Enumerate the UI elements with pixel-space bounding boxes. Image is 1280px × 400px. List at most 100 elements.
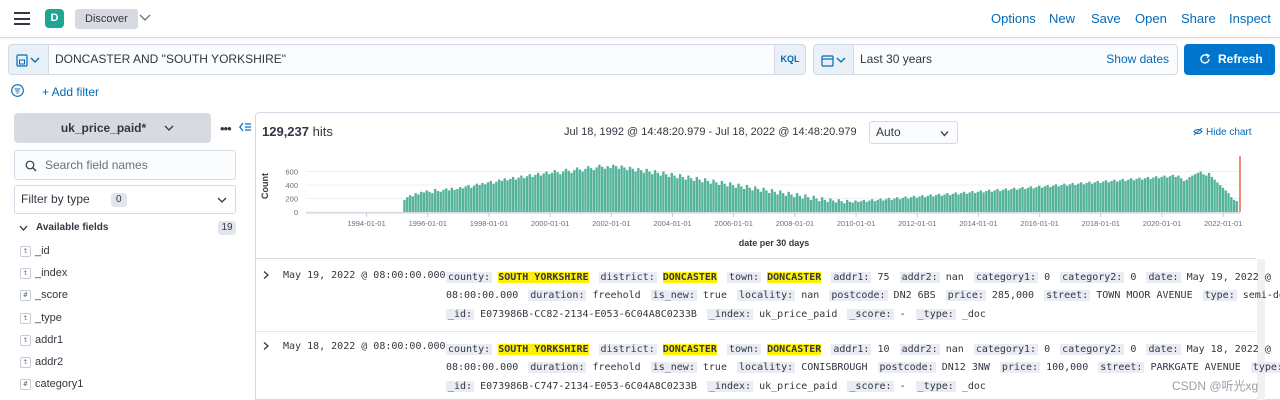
show-dates-link[interactable]: Show dates (1106, 45, 1169, 74)
histogram-bar (742, 189, 746, 212)
histogram-bar (523, 178, 526, 212)
field-type-icon: t (20, 357, 31, 368)
x-tick-label: 1996-01-01 (409, 219, 447, 228)
histogram-bar (411, 196, 415, 212)
histogram-bar (929, 194, 932, 212)
kql-toggle[interactable]: KQL (775, 44, 806, 75)
refresh-button[interactable]: Refresh (1184, 44, 1275, 75)
histogram-bar (1210, 176, 1214, 212)
field-value: 08:00:00.000 (446, 290, 519, 301)
field-value: 0 (1044, 272, 1051, 283)
chevron-down-icon (217, 197, 227, 203)
histogram-bar (1216, 182, 1219, 212)
filter-options-icon[interactable] (11, 84, 24, 97)
expand-row-icon[interactable] (262, 270, 270, 280)
histogram-chart[interactable]: Count 0 200 400 600 1994-01-01 1996-01-01 1998-… (256, 152, 1256, 256)
histogram-bar (581, 171, 584, 212)
collapse-sidebar-icon[interactable] (239, 122, 251, 132)
histogram-bar (767, 193, 771, 212)
histogram-bar (893, 198, 896, 212)
histogram-bar (567, 170, 570, 212)
expand-row-icon[interactable] (262, 341, 270, 351)
histogram-bar (1021, 187, 1024, 212)
field-value: semi-detached (1242, 290, 1280, 301)
saved-query-button[interactable] (8, 44, 48, 75)
x-tick-label: 2000-01-01 (531, 219, 569, 228)
histogram-bar (1079, 182, 1083, 212)
histogram-bar (1115, 181, 1119, 212)
histogram-bar (673, 175, 676, 212)
histogram-bar (873, 201, 877, 212)
histogram-bar (823, 199, 827, 212)
histogram-bar (484, 184, 487, 212)
histogram-bar (1199, 171, 1202, 212)
chevron-down-icon[interactable] (138, 10, 152, 24)
field-key: price: (999, 362, 1041, 373)
filter-by-type-button[interactable]: Filter by type 0 (14, 185, 236, 214)
search-field-names-input[interactable]: Search field names (14, 150, 236, 180)
histogram-bar (915, 197, 918, 212)
histogram-bar (478, 185, 481, 212)
histogram-bar (731, 185, 735, 212)
histogram-bar (987, 189, 991, 212)
query-input[interactable]: DONCASTER AND "SOUTH YORKSHIRE" (48, 44, 775, 75)
histogram-bar (545, 171, 548, 212)
save-link[interactable]: Save (1091, 11, 1121, 26)
histogram-bar (826, 201, 829, 212)
index-pattern-selector[interactable]: uk_price_paid* (14, 113, 211, 143)
new-link[interactable]: New (1049, 11, 1075, 26)
histogram-bar (1224, 190, 1227, 212)
histogram-bar (948, 195, 952, 212)
histogram-bar (511, 176, 515, 212)
field-value: PARKGATE AVENUE (1150, 362, 1241, 373)
histogram-bar (793, 197, 796, 212)
histogram-bar (734, 187, 737, 212)
field-name: addr2 (35, 356, 64, 368)
histogram-bar (795, 193, 799, 212)
date-quick-select[interactable] (813, 44, 853, 75)
inspect-link[interactable]: Inspect (1229, 11, 1271, 26)
interval-select[interactable]: Auto (869, 121, 958, 144)
field-value: 285,000 (991, 290, 1035, 301)
space-avatar[interactable]: D (45, 9, 64, 28)
field-key: district: (598, 344, 657, 355)
histogram-bar (642, 172, 646, 212)
x-tick-label: 2002-01-01 (592, 219, 630, 228)
search-icon (25, 160, 37, 172)
histogram-bar (1054, 184, 1058, 212)
histogram-bar (422, 192, 426, 212)
options-link[interactable]: Options (991, 11, 1036, 26)
histogram-bar (1149, 178, 1152, 212)
histogram-bar (1088, 181, 1091, 212)
histogram-bar (676, 178, 679, 212)
highlighted-value: DONCASTER (662, 272, 717, 283)
histogram-bar (1127, 179, 1130, 212)
histogram-bar (603, 168, 607, 212)
histogram-bar (779, 190, 782, 212)
row-divider (256, 331, 1256, 332)
histogram-bar (809, 199, 813, 212)
hide-chart-button[interactable]: Hide chart (1193, 127, 1252, 138)
date-range[interactable]: Last 30 years Show dates (853, 44, 1178, 75)
histogram-bar (706, 180, 710, 212)
histogram-bar (974, 193, 977, 212)
histogram-bar (1093, 182, 1097, 212)
histogram-bar (798, 195, 801, 212)
field-key: date: (1146, 344, 1181, 355)
histogram-bar (536, 172, 540, 212)
histogram-bar (539, 175, 543, 212)
breadcrumb-discover[interactable]: Discover (75, 9, 138, 29)
hide-chart-label: Hide chart (1206, 127, 1252, 138)
menu-icon[interactable] (14, 12, 30, 25)
add-filter-button[interactable]: + Add filter (42, 85, 99, 99)
row-fields-line: _id: E073986B-C747-2134-E053-6C04A8C0233… (446, 380, 990, 394)
more-options-icon[interactable]: ••• (220, 121, 232, 136)
open-link[interactable]: Open (1135, 11, 1167, 26)
field-name: _score (35, 289, 69, 301)
histogram-bar (575, 167, 579, 212)
field-key: _score: (847, 309, 894, 320)
chevron-down-icon[interactable] (19, 224, 28, 232)
histogram-bar (834, 202, 838, 212)
highlighted-value: DONCASTER (767, 344, 822, 355)
share-link[interactable]: Share (1181, 11, 1216, 26)
